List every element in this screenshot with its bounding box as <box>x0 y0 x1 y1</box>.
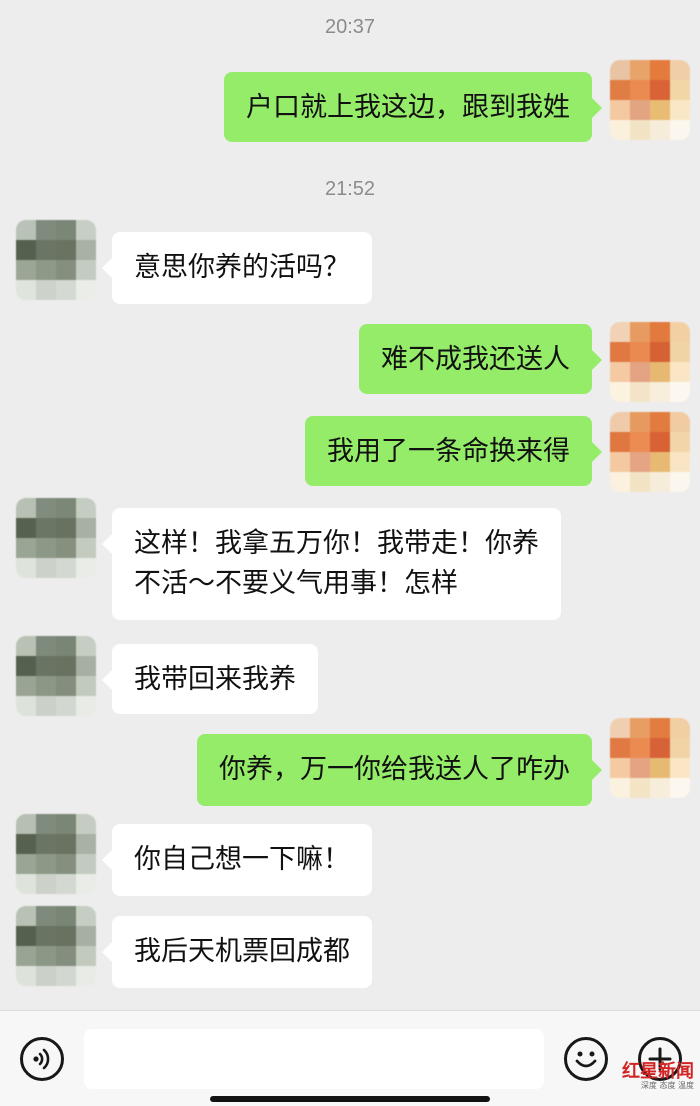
voice-button[interactable] <box>20 1037 64 1081</box>
avatar-contact[interactable] <box>16 498 96 578</box>
avatar-self[interactable] <box>610 60 690 140</box>
avatar-self[interactable] <box>610 718 690 798</box>
avatar-self[interactable] <box>610 322 690 402</box>
avatar-contact[interactable] <box>16 636 96 716</box>
chat-area[interactable]: 20:37 户口就上我这边，跟到我姓 21:52 意思你养的活吗？ 难不成我还送… <box>0 0 700 1010</box>
message-bubble-received[interactable]: 你自己想一下嘛！ <box>102 824 372 896</box>
avatar-contact[interactable] <box>16 814 96 894</box>
home-indicator <box>210 1096 490 1102</box>
watermark-logo-text: 红星新闻 <box>622 1061 694 1082</box>
message-bubble-received[interactable]: 我带回来我养 <box>102 644 318 714</box>
message-bubble-sent[interactable]: 户口就上我这边，跟到我姓 <box>224 72 602 142</box>
avatar-self[interactable] <box>610 412 690 492</box>
timestamp: 20:37 <box>324 16 376 38</box>
news-watermark-logo: 红星新闻 深度 态度 温度 <box>600 1062 694 1092</box>
message-bubble-sent[interactable]: 你养，万一你给我送人了咋办 <box>197 734 602 806</box>
input-bar: 红星新闻 深度 态度 温度 <box>0 1010 700 1106</box>
avatar-contact[interactable] <box>16 906 96 986</box>
avatar-contact[interactable] <box>16 220 96 300</box>
timestamp: 21:52 <box>324 178 376 200</box>
message-bubble-sent[interactable]: 我用了一条命换来得 <box>305 416 602 486</box>
watermark-tagline: 深度 态度 温度 <box>640 1081 694 1090</box>
message-bubble-sent[interactable]: 难不成我还送人 <box>359 324 602 394</box>
voice-icon <box>33 1048 50 1070</box>
message-bubble-received[interactable]: 意思你养的活吗？ <box>102 232 372 304</box>
message-bubble-received[interactable]: 这样！我拿五万你！我带走！你养 不活～不要义气用事！怎样 <box>102 508 561 620</box>
message-bubble-received[interactable]: 我后天机票回成都 <box>102 916 372 988</box>
message-input[interactable] <box>84 1029 544 1089</box>
